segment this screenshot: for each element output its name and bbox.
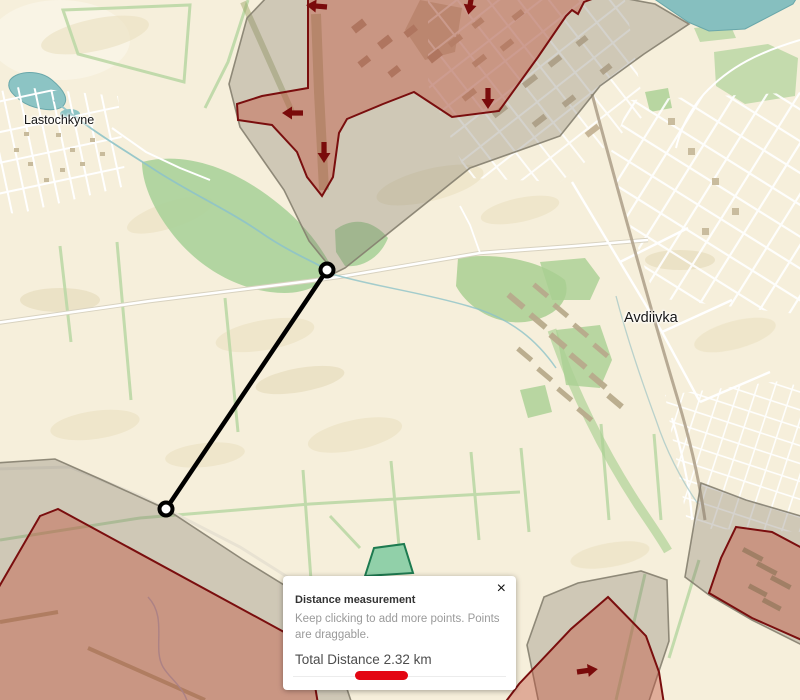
total-distance-label: Total Distance bbox=[295, 652, 380, 668]
popup-description: Keep clicking to add more points. Points… bbox=[295, 613, 500, 641]
popup-title: Distance measurement bbox=[295, 594, 416, 606]
measure-point-2[interactable] bbox=[157, 500, 175, 518]
total-distance-value: 2.32 km bbox=[383, 652, 432, 668]
map-canvas[interactable]: Lastochkyne Avdiivka × Distance measurem… bbox=[0, 0, 800, 700]
close-icon[interactable]: × bbox=[497, 579, 506, 598]
measure-point-1[interactable] bbox=[318, 261, 336, 279]
annotation-underline bbox=[355, 671, 408, 680]
total-distance: Total Distance 2.32 km bbox=[295, 652, 504, 667]
distance-measurement-popup: × Distance measurement Keep clicking to … bbox=[283, 576, 516, 690]
